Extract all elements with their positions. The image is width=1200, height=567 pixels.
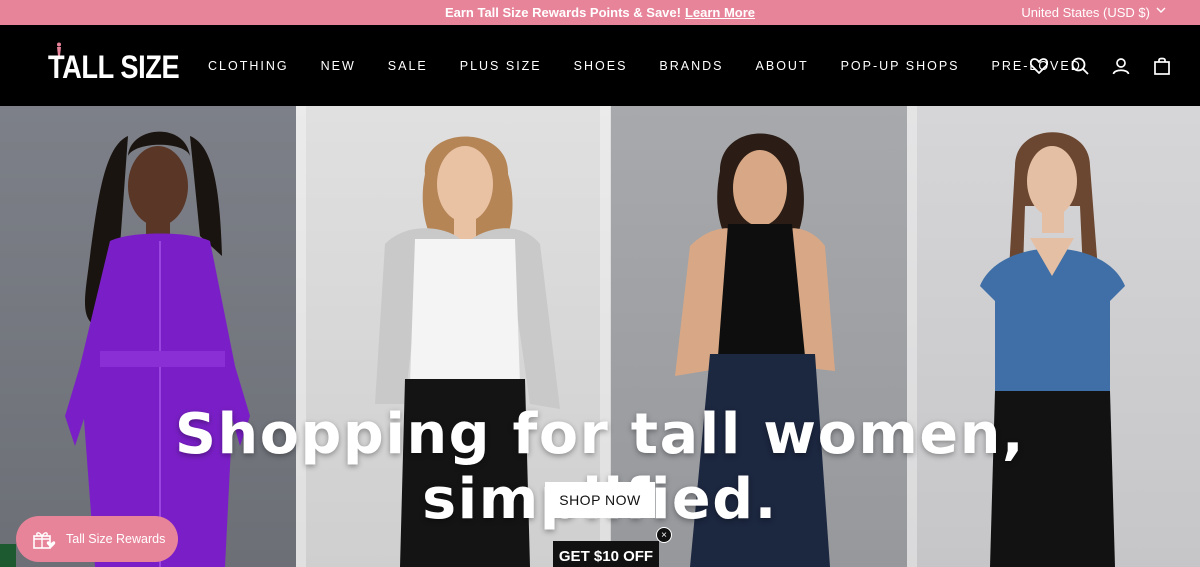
nav-item-plus-size[interactable]: PLUS SIZE — [460, 59, 542, 73]
account-icon[interactable] — [1111, 56, 1131, 76]
nav-item-brands[interactable]: BRANDS — [659, 59, 723, 73]
site-logo[interactable]: TALL SIZE — [48, 47, 180, 87]
currency-label: United States (USD $) — [1021, 5, 1150, 20]
nav-item-about[interactable]: ABOUT — [756, 59, 809, 73]
heart-icon[interactable] — [1029, 56, 1049, 76]
header-icons — [1008, 25, 1172, 106]
nav-item-sale[interactable]: SALE — [388, 59, 428, 73]
rewards-button[interactable]: Tall Size Rewards — [16, 516, 178, 562]
close-icon[interactable]: × — [656, 527, 672, 543]
nav-item-clothing[interactable]: CLOTHING — [208, 59, 289, 73]
chevron-down-icon — [1156, 6, 1166, 17]
main-nav: CLOTHING NEW SALE PLUS SIZE SHOES BRANDS… — [208, 25, 1114, 106]
nav-item-new[interactable]: NEW — [321, 59, 356, 73]
hero-banner[interactable]: Shopping for tall women, simplified. SHO… — [0, 106, 1200, 567]
gift-heart-icon — [32, 528, 56, 550]
rewards-label: Tall Size Rewards — [66, 532, 166, 546]
nav-item-pop-up-shops[interactable]: POP-UP SHOPS — [841, 59, 960, 73]
corner-accent — [0, 544, 16, 567]
search-icon[interactable] — [1070, 56, 1090, 76]
nav-item-shoes[interactable]: SHOES — [574, 59, 628, 73]
bag-icon[interactable] — [1152, 56, 1172, 76]
shop-now-button[interactable]: SHOP NOW — [545, 482, 655, 518]
promo-button[interactable]: GET $10 OFF — [553, 541, 659, 567]
learn-more-link[interactable]: Learn More — [685, 5, 755, 20]
currency-selector[interactable]: United States (USD $) — [1021, 0, 1166, 25]
announcement-bar: Earn Tall Size Rewards Points & Save! Le… — [0, 0, 1200, 25]
announcement-text: Earn Tall Size Rewards Points & Save! — [444, 5, 681, 20]
site-header: TALL SIZE CLOTHING NEW SALE PLUS SIZE SH… — [0, 25, 1200, 106]
